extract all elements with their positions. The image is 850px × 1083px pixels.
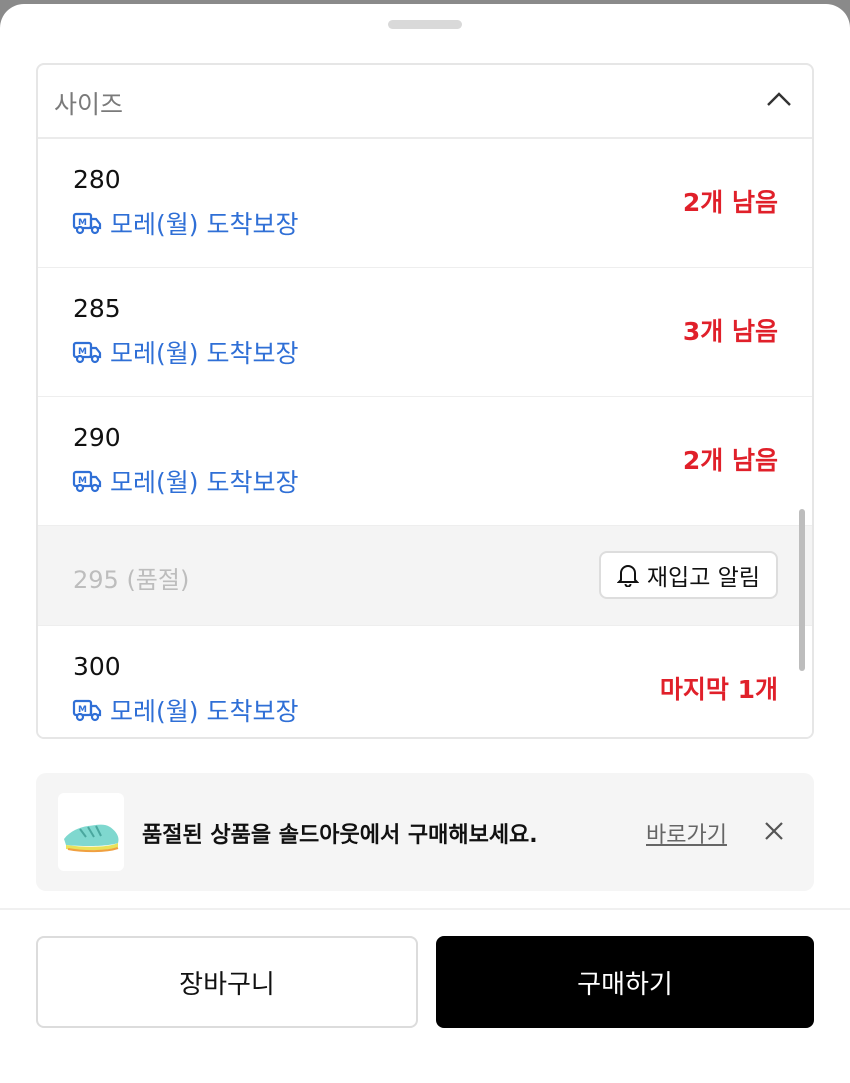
bell-icon bbox=[616, 565, 639, 587]
delivery-text: 모레(월) 도착보장 bbox=[110, 339, 299, 368]
option-size: 280 bbox=[73, 165, 121, 194]
size-option-list: 280 M 모레(월) 도착보장 2개 남음 285 M 모레(월) 도착보장 … bbox=[38, 139, 812, 737]
option-list-scrollbar[interactable] bbox=[799, 509, 805, 671]
delivery-truck-icon: M bbox=[72, 212, 102, 235]
stock-status: 2개 남음 bbox=[682, 188, 778, 217]
svg-text:M: M bbox=[78, 218, 87, 228]
size-dropdown: 사이즈 280 M 모레(월) 도착보장 2개 남음 285 M 모레(월) 도… bbox=[36, 63, 814, 739]
delivery-guarantee: M 모레(월) 도착보장 bbox=[72, 334, 298, 370]
stock-status: 2개 남음 bbox=[682, 446, 778, 475]
size-option-300[interactable]: 300 M 모레(월) 도착보장 마지막 1개 bbox=[38, 626, 812, 737]
delivery-guarantee: M 모레(월) 도착보장 bbox=[72, 692, 298, 728]
size-option-280[interactable]: 280 M 모레(월) 도착보장 2개 남음 bbox=[38, 139, 812, 268]
svg-text:M: M bbox=[78, 705, 87, 715]
delivery-truck-icon: M bbox=[72, 470, 102, 493]
add-to-cart-button[interactable]: 장바구니 bbox=[36, 936, 418, 1028]
svg-text:M: M bbox=[78, 476, 87, 486]
banner-goto-link[interactable]: 바로가기 bbox=[646, 817, 727, 849]
delivery-truck-icon: M bbox=[72, 699, 102, 722]
delivery-text: 모레(월) 도착보장 bbox=[110, 697, 299, 726]
delivery-truck-icon: M bbox=[72, 341, 102, 364]
delivery-text: 모레(월) 도착보장 bbox=[110, 468, 299, 497]
delivery-text: 모레(월) 도착보장 bbox=[110, 210, 299, 239]
soldout-promo-banner[interactable]: 품절된 상품을 솔드아웃에서 구매해보세요. 바로가기 bbox=[36, 773, 814, 891]
footer-divider bbox=[0, 908, 850, 910]
close-icon[interactable] bbox=[763, 820, 785, 842]
size-option-285[interactable]: 285 M 모레(월) 도착보장 3개 남음 bbox=[38, 268, 812, 397]
option-size: 290 bbox=[73, 423, 121, 452]
sneaker-thumbnail bbox=[58, 793, 124, 871]
restock-alert-label: 재입고 알림 bbox=[646, 565, 760, 591]
option-size: 300 bbox=[73, 652, 121, 681]
size-option-295-soldout: 295 (품절) 재입고 알림 bbox=[38, 526, 812, 626]
option-bottom-sheet: 사이즈 280 M 모레(월) 도착보장 2개 남음 285 M 모레(월) 도… bbox=[0, 4, 850, 1083]
restock-alert-button[interactable]: 재입고 알림 bbox=[598, 551, 778, 599]
stock-status: 마지막 1개 bbox=[659, 675, 778, 704]
chevron-up-icon[interactable] bbox=[766, 89, 792, 109]
size-option-290[interactable]: 290 M 모레(월) 도착보장 2개 남음 bbox=[38, 397, 812, 526]
stock-status: 3개 남음 bbox=[682, 317, 778, 346]
sheet-drag-handle[interactable] bbox=[388, 20, 462, 29]
buy-now-button[interactable]: 구매하기 bbox=[436, 936, 814, 1028]
size-dropdown-label: 사이즈 bbox=[54, 90, 124, 119]
size-dropdown-header[interactable]: 사이즈 bbox=[38, 65, 812, 139]
banner-message: 품절된 상품을 솔드아웃에서 구매해보세요. bbox=[142, 823, 538, 848]
option-size: 285 bbox=[73, 294, 121, 323]
delivery-guarantee: M 모레(월) 도착보장 bbox=[72, 205, 298, 241]
svg-text:M: M bbox=[78, 347, 87, 357]
delivery-guarantee: M 모레(월) 도착보장 bbox=[72, 463, 298, 499]
option-size: 295 (품절) bbox=[73, 566, 190, 594]
